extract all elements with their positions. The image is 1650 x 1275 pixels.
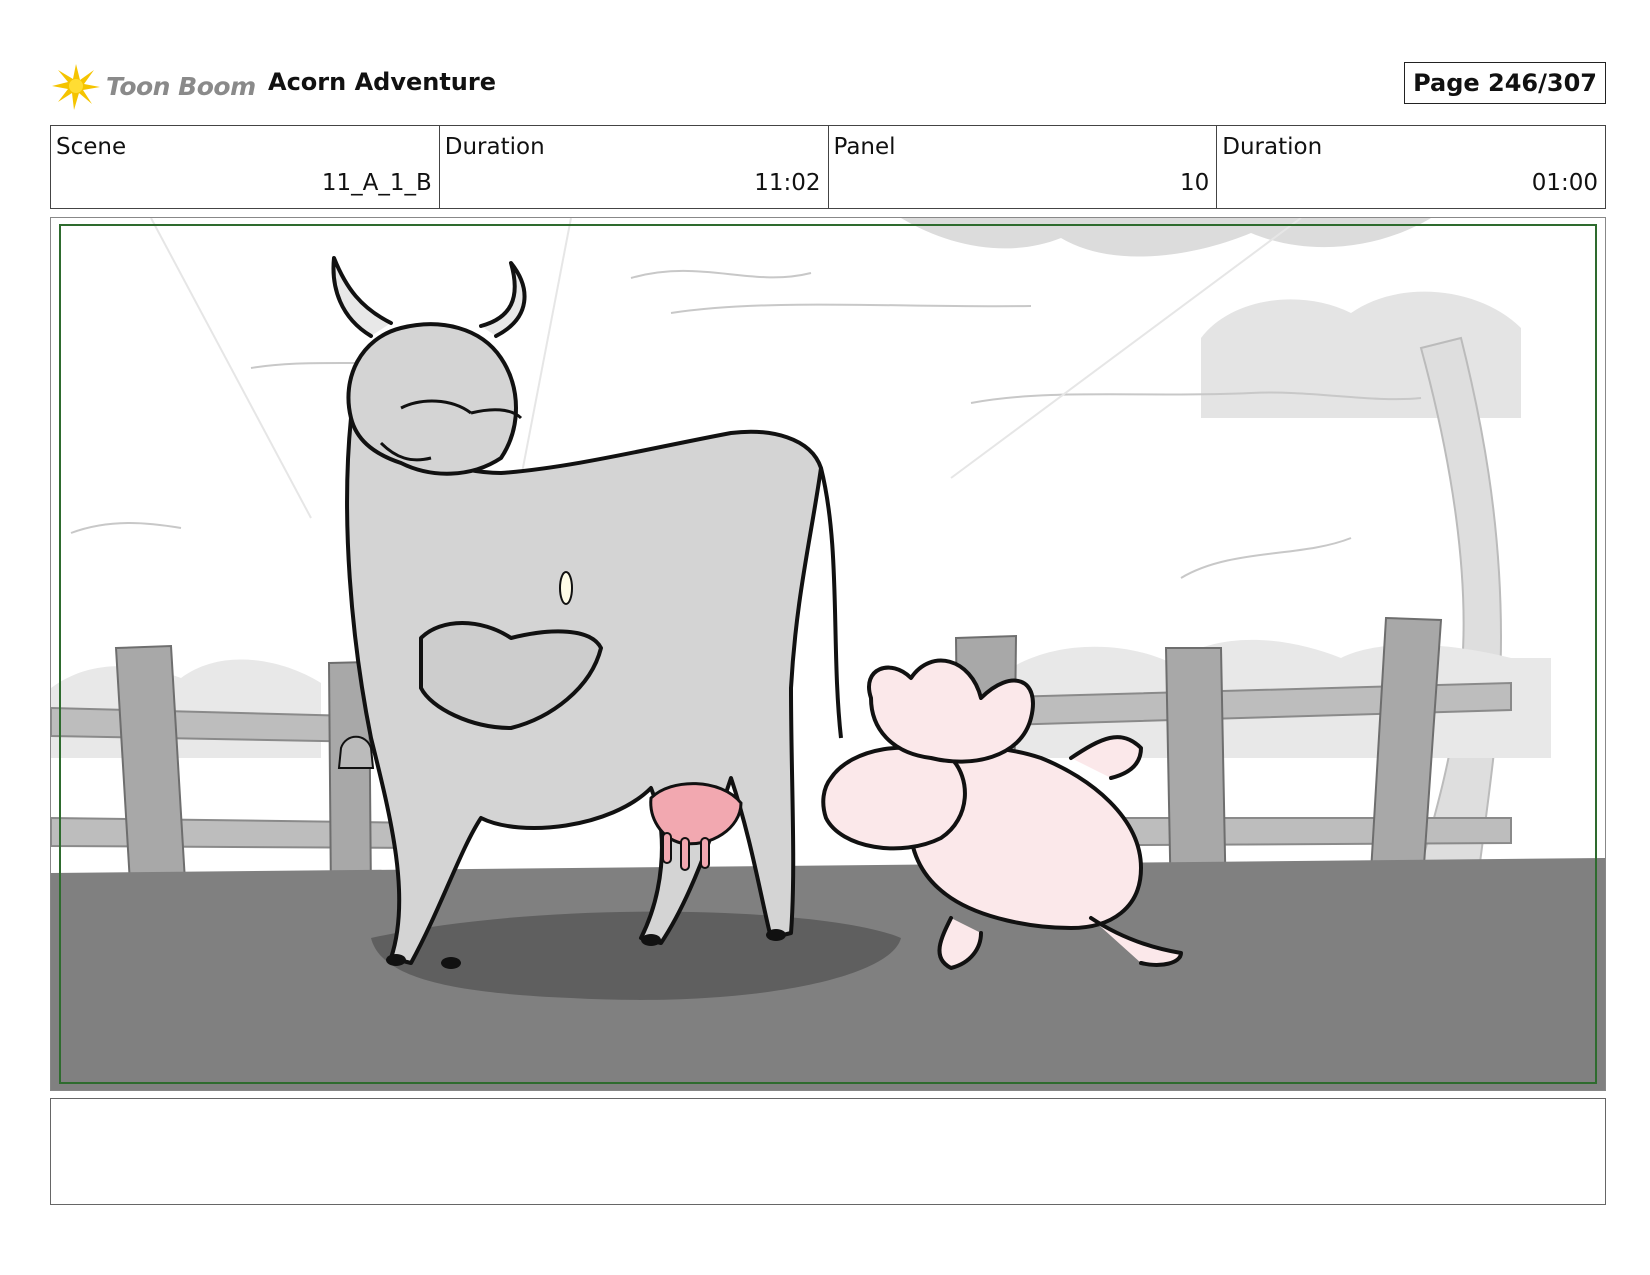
panel-duration-cell: Duration 01:00 — [1217, 126, 1605, 208]
panel-cell: Panel 10 — [829, 126, 1218, 208]
panel-artwork — [51, 218, 1605, 1090]
panel-notes-box — [50, 1098, 1606, 1205]
scene-duration-value: 11:02 — [754, 170, 821, 196]
scene-label: Scene — [56, 134, 127, 160]
panel-label: Panel — [833, 134, 896, 160]
storyboard-panel — [50, 217, 1606, 1091]
panel-value: 10 — [1179, 170, 1210, 196]
scene-duration-cell: Duration 11:02 — [440, 126, 829, 208]
logo-text: Toon Boom — [106, 71, 256, 101]
scene-value: 11_A_1_B — [321, 170, 432, 196]
scene-info-table: Scene 11_A_1_B Duration 11:02 Panel 10 D… — [50, 125, 1606, 209]
storyboard-header: Toon Boom Acorn Adventure Page 246/307 — [50, 58, 1606, 110]
toon-boom-logo: Toon Boom — [50, 58, 256, 114]
project-title: Acorn Adventure — [268, 68, 496, 96]
scene-cell: Scene 11_A_1_B — [51, 126, 440, 208]
panel-duration-label: Duration — [1222, 134, 1323, 160]
page-indicator: Page 246/307 — [1404, 62, 1606, 104]
starburst-icon — [52, 64, 100, 110]
panel-duration-value: 01:00 — [1531, 170, 1598, 196]
scene-duration-label: Duration — [444, 134, 545, 160]
